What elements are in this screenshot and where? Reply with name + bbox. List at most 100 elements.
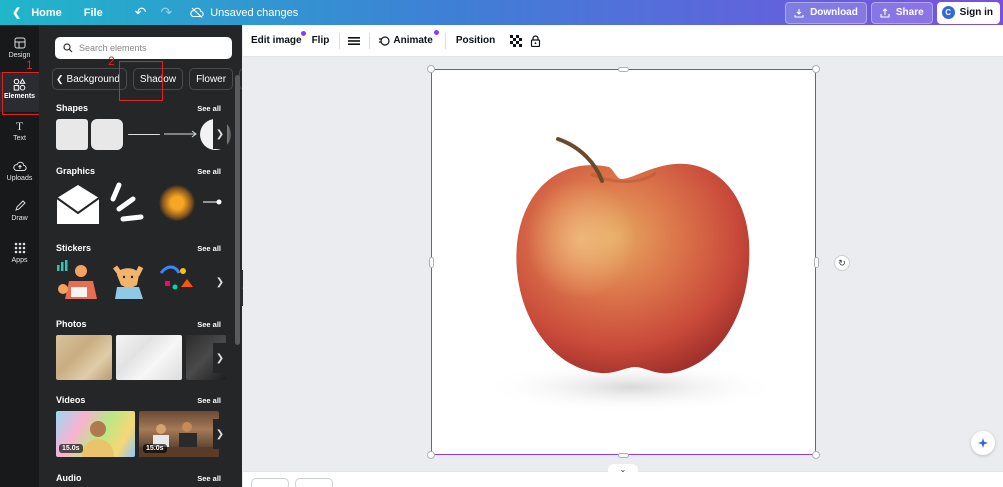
shape-arrow-line[interactable] (164, 129, 198, 139)
photo-white-marble[interactable] (116, 335, 182, 380)
resize-handle-top-right[interactable] (812, 65, 820, 73)
resize-handle-bottom-right[interactable] (812, 451, 820, 459)
upload-cloud-icon (12, 159, 27, 173)
section-title-shapes: Shapes (56, 103, 89, 113)
annotation-box-elements (2, 72, 41, 115)
download-button[interactable]: Download (785, 1, 867, 24)
share-label: Share (895, 7, 924, 18)
cloud-icon (190, 7, 204, 18)
save-status-text: Unsaved changes (210, 6, 299, 19)
annotation-marker-2: 2 (108, 54, 115, 68)
chevron-right-icon[interactable]: ❯ (213, 267, 227, 297)
share-button[interactable]: Share (870, 1, 933, 24)
bottom-bar: ⌄ (243, 464, 1003, 487)
edit-image-button[interactable]: Edit image (251, 31, 306, 46)
search-icon (63, 43, 73, 53)
see-all-shapes[interactable]: See all (197, 104, 221, 113)
search-input[interactable]: Search elements (55, 37, 232, 59)
chip-background[interactable]: ❮ Background (52, 68, 127, 90)
rail-item-uploads[interactable]: Uploads (0, 159, 39, 182)
shape-square[interactable] (56, 119, 88, 150)
animate-icon (379, 35, 390, 46)
new-feature-dot (300, 31, 306, 36)
animate-button[interactable]: Animate (378, 29, 439, 47)
rail-item-draw[interactable]: Draw (0, 199, 39, 222)
chevron-right-icon[interactable]: ❯ (213, 343, 227, 373)
magic-sparkle-button[interactable] (971, 431, 995, 455)
rail-label-text: Text (13, 135, 26, 142)
video-duration-badge: 15.0s (143, 444, 167, 453)
chip-flower[interactable]: Flower (189, 68, 234, 90)
shape-rounded-square[interactable] (91, 119, 123, 150)
video-duration-badge: 15.0s (59, 444, 83, 453)
see-all-stickers[interactable]: See all (197, 244, 221, 253)
see-all-graphics[interactable]: See all (197, 167, 221, 176)
home-label: Home (31, 6, 62, 19)
share-icon (880, 7, 890, 18)
sticker-confetti-shapes[interactable] (157, 261, 199, 295)
rail-item-apps[interactable]: Apps (0, 241, 39, 264)
search-placeholder: Search elements (79, 43, 147, 53)
download-label: Download (810, 7, 858, 18)
glow-graphic[interactable] (159, 185, 195, 221)
selection-frame[interactable] (431, 69, 816, 455)
file-menu[interactable]: File (84, 0, 103, 25)
chevron-left-icon: ❮ (12, 7, 22, 19)
canvas-area[interactable]: ↻ (243, 57, 1003, 471)
sparkle-strokes-graphic[interactable] (105, 181, 149, 223)
rotate-icon[interactable]: ↻ (834, 255, 850, 271)
top-bar: ❮ Home File ↶ ↷ Unsaved changes Download… (0, 0, 1003, 25)
chevron-right-icon[interactable]: ❯ (213, 419, 227, 449)
flip-button[interactable]: Flip (312, 35, 330, 46)
design-icon (14, 36, 26, 50)
lock-icon[interactable] (530, 34, 541, 47)
download-icon (794, 8, 804, 18)
resize-handle-bottom-left[interactable] (427, 451, 435, 459)
sign-in-button[interactable]: C Sign in (936, 1, 1000, 24)
toolbar-divider (339, 32, 341, 49)
chip-label: Background (66, 73, 120, 85)
resize-handle-bottom[interactable] (618, 453, 629, 458)
notes-button[interactable] (251, 478, 289, 487)
see-all-audio[interactable]: See all (197, 474, 221, 483)
see-all-videos[interactable]: See all (197, 396, 221, 405)
chevron-left-icon: ❮ (56, 73, 64, 84)
resize-handle-top[interactable] (618, 67, 629, 72)
section-title-videos: Videos (56, 395, 86, 405)
chevron-down-icon[interactable]: ⌄ (608, 464, 638, 474)
position-button[interactable]: Position (456, 35, 495, 46)
section-title-stickers: Stickers (56, 243, 92, 253)
context-toolbar: Edit image Flip Animate Position (243, 25, 1003, 57)
see-all-photos[interactable]: See all (197, 320, 221, 329)
undo-icon[interactable]: ↶ (135, 0, 147, 25)
comet-graphic[interactable] (203, 197, 223, 207)
chevron-right-icon[interactable]: ❯ (213, 119, 227, 149)
resize-handle-top-left[interactable] (427, 65, 435, 73)
resize-handle-right[interactable] (814, 257, 819, 268)
sticker-person-laptop[interactable] (55, 259, 101, 305)
animate-label: Animate (393, 35, 433, 46)
sign-in-label: Sign in (959, 7, 993, 18)
photo-kraft-paper[interactable] (56, 335, 112, 380)
redo-icon[interactable]: ↷ (160, 0, 172, 25)
edit-image-label: Edit image (251, 35, 302, 46)
resize-handle-left[interactable] (429, 257, 434, 268)
text-icon: T (15, 118, 24, 133)
rail-label-draw: Draw (11, 215, 28, 222)
rail-label-uploads: Uploads (6, 175, 33, 182)
rail-item-design[interactable]: Design (0, 36, 39, 59)
timer-button[interactable] (295, 478, 333, 487)
rail-item-text[interactable]: T Text (0, 118, 39, 143)
home-button[interactable]: ❮ Home (12, 0, 62, 25)
annotation-box-shadow (119, 61, 163, 101)
section-title-graphics: Graphics (56, 166, 96, 176)
sparkle-icon (978, 438, 988, 448)
shape-line[interactable] (128, 134, 160, 135)
envelope-graphic[interactable] (54, 182, 102, 226)
transparency-icon[interactable] (510, 34, 523, 47)
menu-lines-icon[interactable] (348, 36, 361, 46)
canva-logo-icon: C (941, 6, 955, 19)
new-feature-dot (433, 29, 439, 35)
sticker-shiba-dog[interactable] (107, 259, 149, 303)
save-status: Unsaved changes (190, 0, 298, 25)
